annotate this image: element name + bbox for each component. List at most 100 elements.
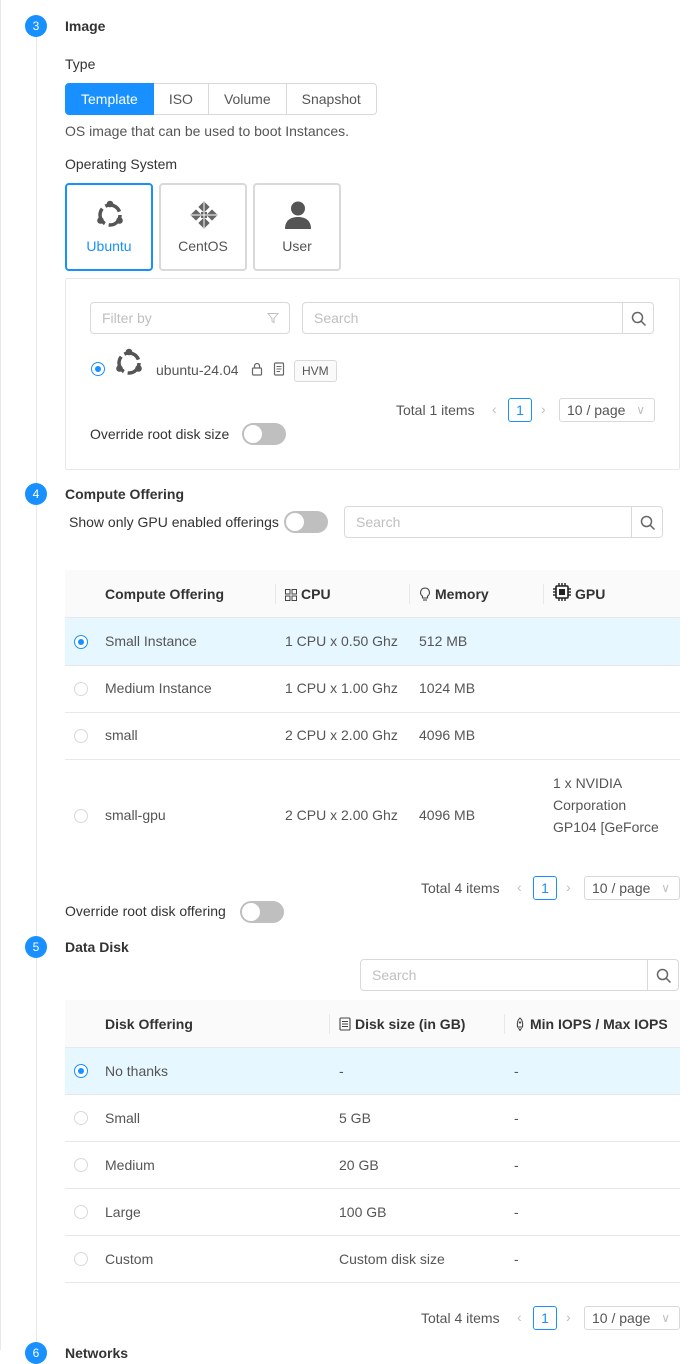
row-radio[interactable] — [74, 635, 88, 649]
next-page-icon[interactable]: › — [541, 401, 546, 417]
override-root-disk-offering-label: Override root disk offering — [65, 903, 226, 919]
step-title-image: Image — [65, 18, 106, 34]
row-radio[interactable] — [74, 1111, 88, 1125]
centos-icon — [190, 201, 218, 229]
table-row[interactable]: small-gpu 2 CPU x 2.00 Ghz 4096 MB 1 x N… — [65, 760, 680, 842]
template-page-size-select[interactable]: 10 / page ∨ — [559, 398, 655, 422]
disk-name: No thanks — [105, 1063, 169, 1079]
chevron-down-icon: ∨ — [661, 1311, 670, 1325]
row-radio[interactable] — [74, 809, 88, 823]
template-pager-page[interactable]: 1 — [508, 398, 532, 422]
compute-offering-table: Compute Offering CPU Memory GPU Small In… — [65, 570, 680, 842]
search-icon — [631, 311, 647, 327]
column-separator — [504, 1014, 505, 1034]
search-icon — [656, 968, 672, 984]
search-placeholder: Search — [356, 514, 401, 530]
gpu-only-toggle[interactable] — [284, 511, 328, 533]
col-gpu-label: GPU — [575, 586, 606, 602]
step-connector — [36, 958, 37, 1343]
col-memory: Memory — [419, 570, 489, 618]
type-option-volume[interactable]: Volume — [207, 83, 287, 115]
type-option-template[interactable]: Template — [65, 83, 154, 115]
prev-page-icon[interactable]: ‹ — [492, 401, 497, 417]
col-cpu-label: CPU — [301, 586, 331, 602]
offering-name: small-gpu — [105, 807, 166, 823]
type-option-iso[interactable]: ISO — [152, 83, 209, 115]
row-radio[interactable] — [74, 1205, 88, 1219]
page-size-value: 10 / page — [567, 402, 626, 418]
compute-table-header: Compute Offering CPU Memory GPU — [65, 570, 680, 618]
disk-search-input[interactable]: Search — [360, 959, 648, 991]
chip-icon — [553, 583, 571, 601]
disk-name: Small — [105, 1110, 141, 1126]
table-row[interactable]: Custom Custom disk size - — [65, 1236, 680, 1283]
disk-iops: - — [514, 1251, 519, 1267]
disk-page-size-select[interactable]: 10 / page ∨ — [584, 1306, 680, 1330]
type-option-snapshot[interactable]: Snapshot — [285, 83, 377, 115]
os-card-centos[interactable]: CentOS — [159, 183, 247, 271]
prev-page-icon[interactable]: ‹ — [517, 879, 522, 895]
row-radio[interactable] — [74, 1158, 88, 1172]
offering-cpu: 1 CPU x 1.00 Ghz — [285, 680, 398, 696]
storage-icon — [339, 1017, 351, 1031]
os-card-ubuntu[interactable]: Ubuntu — [65, 183, 153, 271]
lock-icon — [251, 362, 263, 376]
compute-page-size-select[interactable]: 10 / page ∨ — [584, 876, 680, 900]
disk-iops: - — [514, 1157, 519, 1173]
template-search-input[interactable]: Search — [302, 302, 623, 334]
chevron-down-icon: ∨ — [661, 881, 670, 895]
prev-page-icon[interactable]: ‹ — [517, 1309, 522, 1325]
next-page-icon[interactable]: › — [566, 879, 571, 895]
filter-placeholder: Filter by — [102, 310, 152, 326]
compute-search-input[interactable]: Search — [344, 506, 632, 538]
table-row[interactable]: Small 5 GB - — [65, 1095, 680, 1142]
column-separator — [409, 584, 410, 604]
chevron-down-icon: ∨ — [636, 403, 645, 417]
offering-memory: 4096 MB — [419, 727, 476, 743]
disk-pager-page[interactable]: 1 — [533, 1306, 557, 1330]
hvm-tag: HVM — [294, 360, 337, 382]
disk-size: Custom disk size — [339, 1251, 445, 1267]
table-row[interactable]: Small Instance 1 CPU x 0.50 Ghz 512 MB — [65, 618, 680, 666]
row-radio[interactable] — [74, 1252, 88, 1266]
col-iops-label: Min IOPS / Max IOPS — [530, 1016, 668, 1032]
override-root-disk-offering-toggle[interactable] — [240, 901, 284, 923]
template-radio[interactable] — [91, 362, 105, 376]
table-row[interactable]: Medium Instance 1 CPU x 1.00 Ghz 1024 MB — [65, 666, 680, 713]
col-disk-size-label: Disk size (in GB) — [355, 1016, 466, 1032]
offering-cpu: 2 CPU x 2.00 Ghz — [285, 727, 398, 743]
disk-offering-table: Disk Offering Disk size (in GB) Min IOPS… — [65, 1000, 680, 1283]
search-icon — [640, 515, 656, 531]
row-radio[interactable] — [74, 1064, 88, 1078]
filter-by-input[interactable]: Filter by — [90, 302, 290, 334]
row-radio[interactable] — [74, 682, 88, 696]
image-type-selector: Template ISO Volume Snapshot — [65, 83, 377, 115]
os-label: Operating System — [65, 156, 178, 172]
offering-cpu: 1 CPU x 0.50 Ghz — [285, 633, 398, 649]
column-separator — [543, 584, 544, 604]
type-description: OS image that can be used to boot Instan… — [65, 123, 350, 139]
disk-iops: - — [514, 1063, 519, 1079]
step-connector — [36, 37, 37, 494]
template-search-button[interactable] — [622, 302, 654, 334]
offering-cpu: 2 CPU x 2.00 Ghz — [285, 807, 398, 823]
step-connector — [36, 505, 37, 947]
disk-search-button[interactable] — [647, 959, 679, 991]
compute-search-button[interactable] — [631, 506, 663, 538]
table-row[interactable]: small 2 CPU x 2.00 Ghz 4096 MB — [65, 713, 680, 760]
gpu-only-label: Show only GPU enabled offerings — [69, 514, 279, 530]
step-number-compute: 4 — [25, 483, 47, 505]
os-label-user: User — [282, 238, 312, 254]
override-root-disk-size-toggle[interactable] — [242, 423, 286, 445]
next-page-icon[interactable]: › — [566, 1309, 571, 1325]
disk-table-header: Disk Offering Disk size (in GB) Min IOPS… — [65, 1000, 680, 1048]
table-row[interactable]: Medium 20 GB - — [65, 1142, 680, 1189]
page-left-border — [0, 0, 1, 1350]
os-card-user[interactable]: User — [253, 183, 341, 271]
compute-pager-page[interactable]: 1 — [533, 876, 557, 900]
col-iops: Min IOPS / Max IOPS — [514, 1000, 668, 1048]
col-disk-offering: Disk Offering — [105, 1016, 193, 1032]
row-radio[interactable] — [74, 729, 88, 743]
table-row[interactable]: No thanks - - — [65, 1048, 680, 1095]
table-row[interactable]: Large 100 GB - — [65, 1189, 680, 1236]
